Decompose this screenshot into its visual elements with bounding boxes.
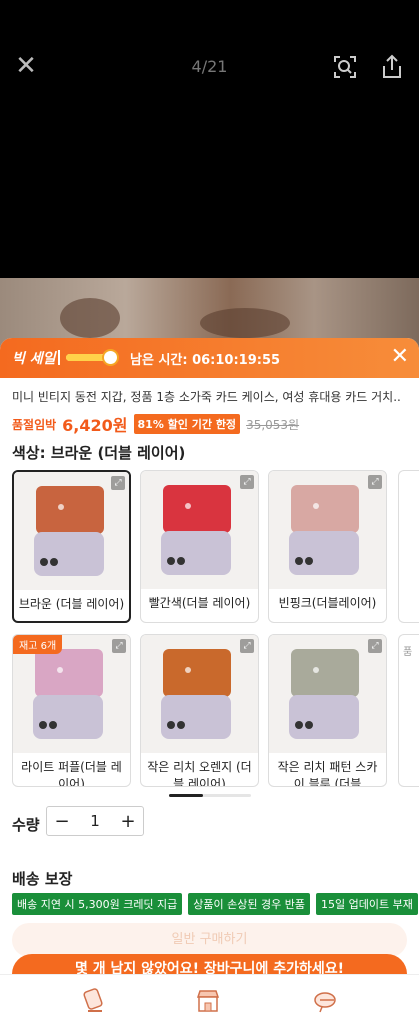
original-price: 35,053원 xyxy=(246,417,300,432)
coupon-icon[interactable] xyxy=(80,987,108,1015)
option-thumbnail: ⤢ xyxy=(269,635,386,753)
option-thumbnail: ⤢ xyxy=(141,471,258,589)
sku-selector-sheet: 빅 세일 남은 시간: 06:10:19:55 ✕ 미니 빈티지 동전 지갑, … xyxy=(0,338,419,1024)
zoom-icon[interactable]: ⤢ xyxy=(368,475,382,489)
close-icon[interactable]: ✕ xyxy=(391,344,409,369)
zoom-icon[interactable]: ⤢ xyxy=(368,639,382,653)
color-option-partial[interactable]: 품 xyxy=(398,634,419,787)
progress-knob-icon xyxy=(102,349,119,366)
option-label: 작은 리치 패턴 스카이 블루 (더블 xyxy=(277,760,378,787)
color-option-light-purple[interactable]: ⤢ 재고 6개 라이트 퍼플(더블 레이어) xyxy=(12,634,131,787)
color-option-brown[interactable]: ⤢ 브라운 (더블 레이어) xyxy=(12,470,131,623)
option-thumbnail: ⤢ xyxy=(269,471,386,589)
quantity-label: 수량 xyxy=(12,816,40,834)
color-option-red[interactable]: ⤢ 빨간색(더블 레이어) xyxy=(140,470,259,623)
image-viewer-bar: ✕ 4/21 xyxy=(0,0,419,130)
decrease-button[interactable]: − xyxy=(47,811,77,832)
option-label: 작은 리치 오렌지 (더블 레이어) xyxy=(147,760,252,787)
current-price: 6,420원 xyxy=(62,416,128,435)
color-option-orange[interactable]: ⤢ 작은 리치 오렌지 (더블 레이어) xyxy=(140,634,259,787)
increase-button[interactable]: + xyxy=(113,811,143,832)
shipping-tags: 배송 지연 시 5,300원 크레딧 지급 상품이 손상된 경우 반품 15일 … xyxy=(12,893,418,915)
shipping-tag: 상품이 손상된 경우 반품 xyxy=(188,893,310,915)
countdown-timer: 남은 시간: 06:10:19:55 xyxy=(130,353,281,368)
option-label: 빈핑크(더블레이어) xyxy=(278,596,377,610)
flash-sale-banner: 빅 세일 남은 시간: 06:10:19:55 ✕ xyxy=(0,338,419,378)
buy-now-button[interactable]: 일반 구매하기 xyxy=(12,923,407,957)
quantity-stepper: − 1 + xyxy=(46,806,144,836)
price-prefix: 품절임박 xyxy=(12,417,57,432)
shipping-guarantee-title: 배송 보장 xyxy=(12,870,73,888)
zoom-icon[interactable]: ⤢ xyxy=(111,476,125,490)
zoom-icon[interactable]: ⤢ xyxy=(240,639,254,653)
product-title: 미니 빈티지 동전 지갑, 정품 1층 소가죽 카드 케이스, 여성 휴대용 카… xyxy=(12,390,402,404)
quantity-value[interactable]: 1 xyxy=(80,812,110,830)
option-thumbnail: ⤢ xyxy=(14,472,129,590)
options-scrollbar[interactable] xyxy=(169,794,251,797)
lens-search-icon[interactable] xyxy=(332,54,358,80)
color-selection-label: 색상: 브라운 (더블 레이어) xyxy=(12,444,186,462)
partial-option-label: 품 xyxy=(403,647,413,658)
bottom-toolbar xyxy=(0,974,419,1024)
color-option-partial[interactable] xyxy=(398,470,419,623)
price-row: 품절임박 6,420원 81% 할인 기간 한정 35,053원 xyxy=(12,412,299,436)
option-label: 브라운 (더블 레이어) xyxy=(18,597,125,611)
divider xyxy=(58,350,60,365)
option-thumbnail: ⤢ xyxy=(141,635,258,753)
shipping-tag: 15일 업데이트 부재 xyxy=(316,893,418,915)
sale-title: 빅 세일 xyxy=(12,351,56,367)
stock-badge: 재고 6개 xyxy=(13,635,63,654)
share-icon[interactable] xyxy=(380,54,404,80)
color-option-sky-blue[interactable]: ⤢ 작은 리치 패턴 스카이 블루 (더블 xyxy=(268,634,387,787)
shipping-tag: 배송 지연 시 5,300원 크레딧 지급 xyxy=(12,893,183,915)
zoom-icon[interactable]: ⤢ xyxy=(240,475,254,489)
chat-icon[interactable] xyxy=(312,987,340,1015)
option-label: 라이트 퍼플(더블 레이어) xyxy=(21,760,122,787)
discount-badge: 81% 할인 기간 한정 xyxy=(133,414,241,434)
zoom-icon[interactable]: ⤢ xyxy=(112,639,126,653)
option-label: 빨간색(더블 레이어) xyxy=(148,596,251,610)
store-icon[interactable] xyxy=(194,987,222,1015)
color-option-pink[interactable]: ⤢ 빈핑크(더블레이어) xyxy=(268,470,387,623)
